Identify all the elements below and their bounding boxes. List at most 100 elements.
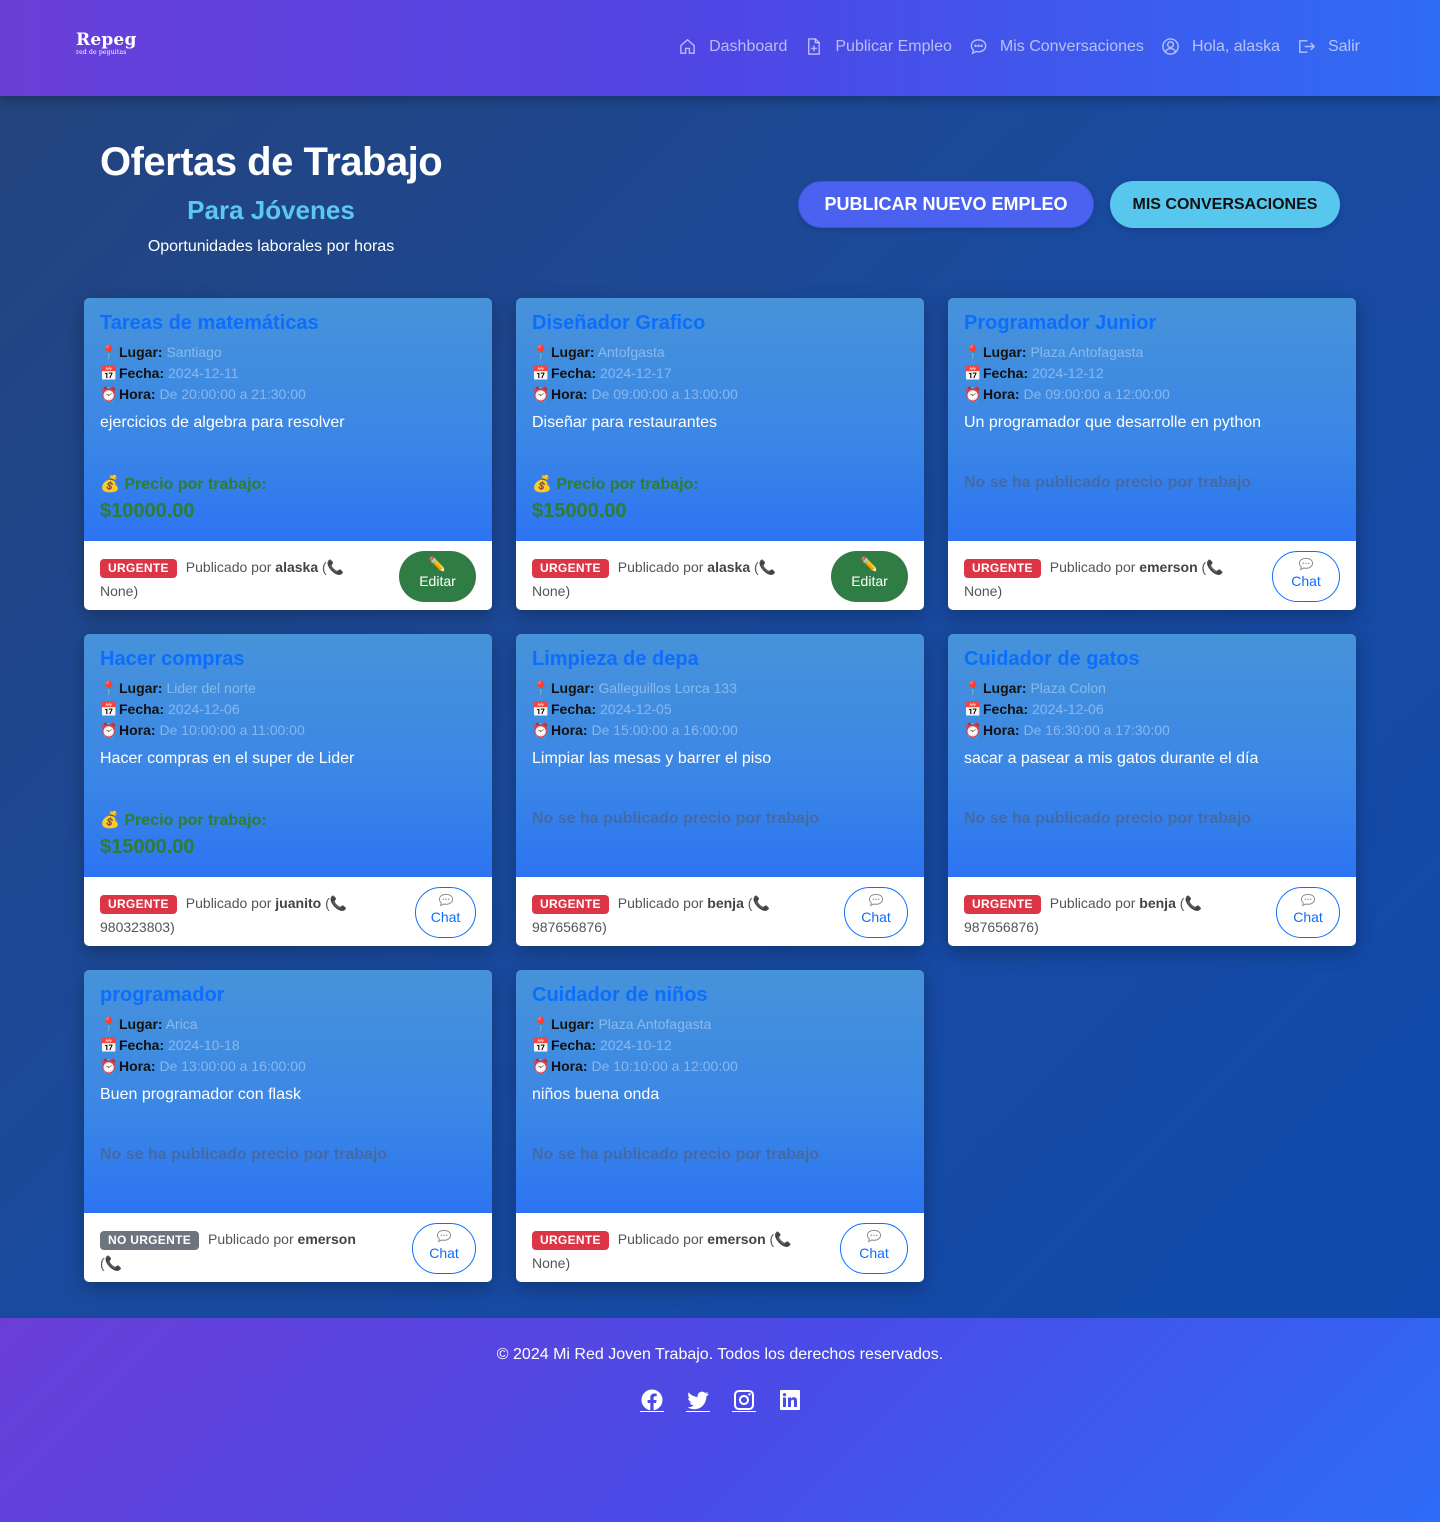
job-card-body: Hacer compras 📍 Lugar: Lider del norte 📅 Fec… <box>84 634 492 877</box>
hero-section: Ofertas de Trabajo Para Jóvenes Oportuni… <box>100 140 443 256</box>
nav-mis-conversaciones[interactable]: Mis Conversaciones <box>969 37 1144 56</box>
job-title[interactable]: Cuidador de niños <box>532 984 908 1014</box>
money-bag-icon: 💰 <box>100 812 120 829</box>
nav-publicar-empleo[interactable]: Publicar Empleo <box>804 37 952 56</box>
job-title[interactable]: Limpieza de depa <box>532 648 908 678</box>
job-meta: URGENTE Publicado por benja (📞 987656876) <box>532 895 770 935</box>
brand-logo[interactable]: Repeg red de peguitas <box>76 32 137 56</box>
chat-bubble-icon <box>438 893 453 907</box>
nav-dashboard-label: Dashboard <box>709 37 788 55</box>
job-card: Tareas de matemáticas 📍 Lugar: Santiago 📅 Fe… <box>84 298 492 610</box>
urgency-badge: URGENTE <box>532 559 609 578</box>
price-value: $15000.00 <box>532 500 627 522</box>
job-description: Hacer compras en el super de Lider <box>100 750 355 767</box>
home-icon <box>680 38 695 54</box>
job-location: 📍 Lugar: Plaza Antofagasta <box>532 1014 908 1035</box>
author-phone: 987656876 <box>964 919 1035 935</box>
job-card-footer: URGENTE Publicado por benja (📞 987656876) C… <box>516 877 924 946</box>
money-bag-icon: 💰 <box>532 476 552 493</box>
job-time: ⏰ Hora: De 13:00:00 a 16:00:00 <box>100 1056 476 1077</box>
phone-icon: 📞 <box>774 1231 792 1247</box>
job-date: 📅 Fecha: 2024-12-06 <box>100 699 476 720</box>
pin-icon: 📍 <box>532 680 550 696</box>
job-card-footer: URGENTE Publicado por juanito (📞 980323803… <box>84 877 492 946</box>
chat-button[interactable]: Chat <box>415 887 476 938</box>
instagram-icon[interactable] <box>732 1388 756 1412</box>
job-card-body: Cuidador de niños 📍 Lugar: Plaza Antofagas… <box>516 970 924 1213</box>
calendar-icon: 📅 <box>532 365 550 381</box>
calendar-icon: 📅 <box>100 1037 118 1053</box>
copyright-text: © 2024 Mi Red Joven Trabajo. Todos los d… <box>496 1346 944 1363</box>
page-tagline: Oportunidades laborales por horas <box>147 238 395 255</box>
job-card: Cuidador de niños 📍 Lugar: Plaza Antofagas… <box>516 970 924 1282</box>
urgency-badge: URGENTE <box>964 559 1041 578</box>
job-meta: NO URGENTEPublicado por emerson (📞None) <box>100 1227 378 1282</box>
author-phone: 987656876 <box>532 919 603 935</box>
pin-icon: 📍 <box>532 1016 550 1032</box>
nav-publicar-empleo-label: Publicar Empleo <box>835 37 952 55</box>
job-card-body: Limpieza de depa 📍 Lugar: Galleguillos Lor… <box>516 634 924 877</box>
site-footer: © 2024 Mi Red Joven Trabajo. Todos los d… <box>0 1318 1440 1522</box>
urgency-badge: NO URGENTE <box>100 1231 200 1250</box>
nav-links: Dashboard Publicar Empleo Mis Conversaci… <box>678 37 1360 56</box>
no-price-text: No se ha publicado precio por trabajo <box>964 474 1252 491</box>
job-title[interactable]: programador <box>100 984 476 1014</box>
chat-button[interactable]: Chat <box>412 1223 476 1274</box>
page-title: Ofertas de Trabajo <box>100 140 443 184</box>
no-price-text: No se ha publicado precio por trabajo <box>532 1146 820 1163</box>
job-title[interactable]: Tareas de matemáticas <box>100 312 476 342</box>
job-date: 📅 Fecha: 2024-12-12 <box>964 363 1340 384</box>
publish-job-button[interactable]: PUBLICAR NUEVO EMPLEO <box>798 181 1094 228</box>
chat-button[interactable]: Chat <box>1276 887 1340 938</box>
chat-bubble-icon <box>970 39 987 55</box>
job-time: ⏰ Hora: De 10:00:00 a 11:00:00 <box>100 720 476 741</box>
phone-icon: 📞 <box>104 1255 123 1271</box>
job-title[interactable]: Diseñador Grafico <box>532 312 908 342</box>
brand-name: Repeg <box>76 30 137 50</box>
job-card-body: programador 📍 Lugar: Arica 📅 Fecha: 2024-10-… <box>84 970 492 1213</box>
job-meta: URGENTE Publicado por alaska (📞 None) <box>100 559 345 599</box>
pencil-icon: ✏️ <box>860 556 879 572</box>
nav-dashboard[interactable]: Dashboard <box>678 37 787 56</box>
job-meta: URGENTE Publicado por juanito (📞 980323803… <box>100 895 348 935</box>
job-meta: URGENTE Publicado por emerson (📞 None) <box>532 1231 792 1271</box>
author-name: benja <box>1139 895 1176 911</box>
job-title[interactable]: Hacer compras <box>100 648 476 678</box>
pin-icon: 📍 <box>964 680 982 696</box>
edit-job-button[interactable]: ✏️ Editar <box>831 551 908 602</box>
job-card-footer: NO URGENTEPublicado por emerson (📞None) C… <box>84 1213 492 1282</box>
author-name: emerson <box>707 1231 766 1247</box>
alarm-clock-icon: ⏰ <box>964 386 982 402</box>
twitter-icon[interactable] <box>686 1388 710 1412</box>
job-time: ⏰ Hora: De 16:30:00 a 17:30:00 <box>964 720 1340 741</box>
chat-button[interactable]: Chat <box>1272 551 1340 602</box>
job-card-body: Cuidador de gatos 📍 Lugar: Plaza Colon 📅 Fec… <box>948 634 1356 877</box>
job-title[interactable]: Programador Junior <box>964 312 1340 342</box>
calendar-icon: 📅 <box>532 701 550 717</box>
job-card-footer: URGENTE Publicado por alaska (📞 None) ✏️ Edi… <box>516 541 924 610</box>
job-card: Hacer compras 📍 Lugar: Lider del norte 📅 Fec… <box>84 634 492 946</box>
job-card-body: Programador Junior 📍 Lugar: Plaza Antofaga… <box>948 298 1356 541</box>
job-location: 📍 Lugar: Arica <box>100 1014 476 1035</box>
job-card-footer: URGENTE Publicado por emerson (📞 None) Chat <box>948 541 1356 610</box>
job-card: Diseñador Grafico 📍 Lugar: Antofgasta 📅 Fech… <box>516 298 924 610</box>
edit-job-button[interactable]: ✏️ Editar <box>399 551 476 602</box>
job-description: ejercicios de algebra para resolver <box>100 414 345 431</box>
job-date: 📅 Fecha: 2024-10-18 <box>100 1035 476 1056</box>
author-phone: None <box>532 583 566 599</box>
alarm-clock-icon: ⏰ <box>532 722 550 738</box>
nav-user-greeting[interactable]: Hola, alaska <box>1161 37 1280 56</box>
calendar-icon: 📅 <box>532 1037 550 1053</box>
facebook-icon[interactable] <box>640 1388 664 1412</box>
linkedin-icon[interactable] <box>778 1388 802 1412</box>
nav-salir[interactable]: Salir <box>1297 37 1360 56</box>
chat-button[interactable]: Chat <box>844 887 908 938</box>
job-title[interactable]: Cuidador de gatos <box>964 648 1340 678</box>
nav-salir-label: Salir <box>1327 37 1360 55</box>
phone-icon: 📞 <box>1184 895 1202 911</box>
page-subtitle: Para Jóvenes <box>187 195 355 225</box>
chat-button[interactable]: Chat <box>840 1223 908 1274</box>
my-conversations-button[interactable]: MIS CONVERSACIONES <box>1110 181 1340 228</box>
author-name: juanito <box>275 895 322 911</box>
job-card-footer: URGENTE Publicado por emerson (📞 None) Chat <box>516 1213 924 1282</box>
